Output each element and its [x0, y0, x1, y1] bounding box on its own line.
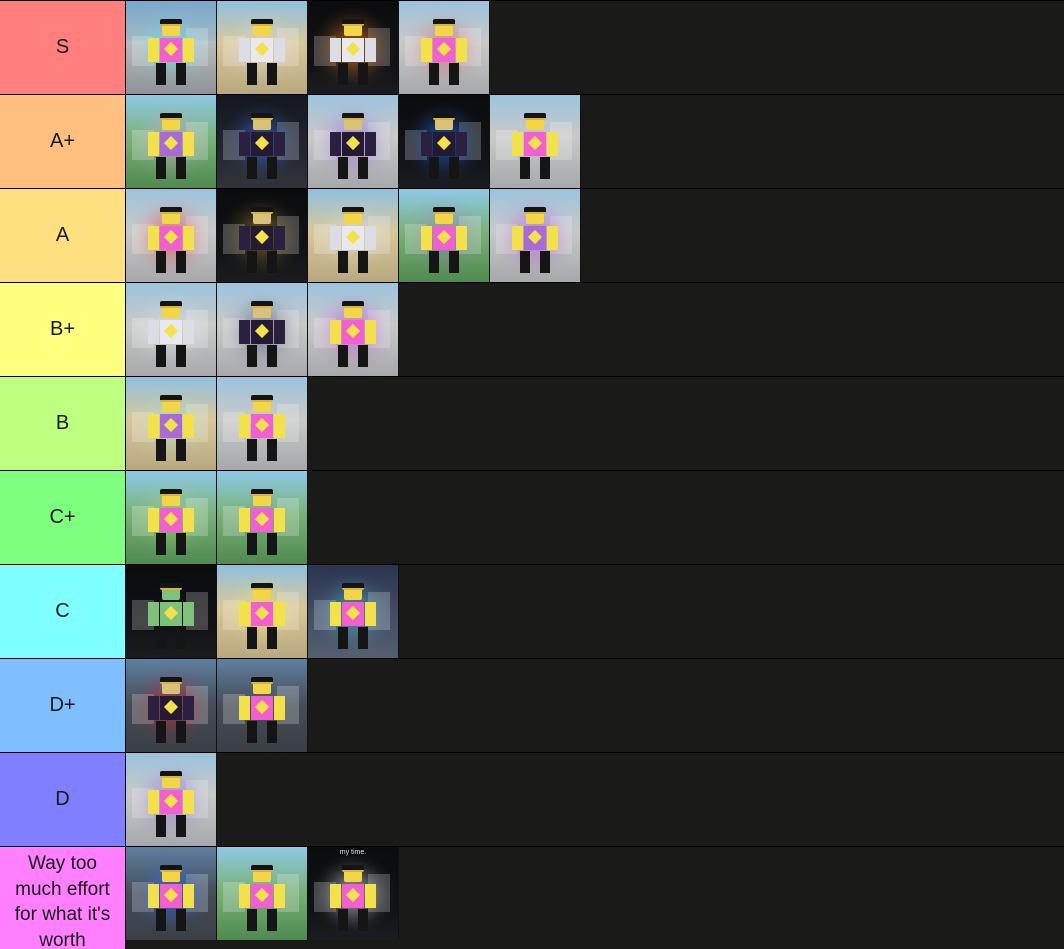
character-avatar	[507, 113, 563, 182]
tier-items-container[interactable]	[126, 753, 1064, 846]
character-avatar	[234, 489, 290, 558]
character-avatar	[416, 19, 472, 88]
tier-row: A	[0, 189, 1064, 283]
tier-items-container[interactable]	[126, 471, 1064, 564]
character-avatar	[234, 207, 290, 276]
tier-label-d[interactable]: D	[0, 753, 126, 846]
tier-item-cyan-glowing-character-duo[interactable]	[308, 565, 399, 658]
tier-item-blue-lightning-armored-character[interactable]	[399, 95, 490, 188]
tier-row: B+	[0, 283, 1064, 377]
tier-item-red-aura-character[interactable]	[126, 189, 217, 282]
tier-row: D+	[0, 659, 1064, 753]
tier-list-page: TiERMAKER SA+AB+BC+CD+DWay too much effo…	[0, 0, 1064, 949]
character-avatar	[143, 583, 199, 652]
tier-label-a[interactable]: A+	[0, 95, 126, 188]
character-avatar	[234, 395, 290, 464]
character-avatar	[234, 865, 290, 934]
tier-item-pink-and-purple-duo[interactable]	[399, 189, 490, 282]
tier-label-d[interactable]: D+	[0, 659, 126, 752]
character-avatar	[143, 207, 199, 276]
character-avatar	[143, 19, 199, 88]
tier-label-a[interactable]: A	[0, 189, 126, 282]
tier-item-yellow-character-with-striped-stand[interactable]	[217, 659, 308, 752]
character-avatar	[416, 113, 472, 182]
tier-row: D	[0, 753, 1064, 847]
tier-row: B	[0, 377, 1064, 471]
character-avatar	[234, 113, 290, 182]
tier-item-pink-character-with-teal-rabbit-stand[interactable]	[126, 377, 217, 470]
tier-items-container[interactable]	[126, 189, 1064, 282]
character-avatar	[325, 865, 381, 934]
character-avatar	[325, 583, 381, 652]
tier-items-container[interactable]	[126, 377, 1064, 470]
tier-item-dark-blue-stand-on-snow[interactable]	[217, 283, 308, 376]
tier-item-purple-winged-character[interactable]	[490, 189, 581, 282]
character-avatar	[143, 301, 199, 370]
character-avatar	[234, 19, 290, 88]
character-avatar	[143, 395, 199, 464]
character-avatar	[234, 583, 290, 652]
tier-row: A+	[0, 95, 1064, 189]
character-avatar	[143, 113, 199, 182]
character-avatar	[325, 207, 381, 276]
character-avatar	[234, 301, 290, 370]
tier-items-container[interactable]	[126, 283, 1064, 376]
tier-row: S	[0, 1, 1064, 95]
tier-item-white-haired-purple-character[interactable]	[308, 95, 399, 188]
tier-item-glowing-white-character-cutscene[interactable]: my time.	[308, 847, 399, 940]
tier-label-c[interactable]: C+	[0, 471, 126, 564]
tier-item-yellow-character-with-knives[interactable]	[217, 377, 308, 470]
character-avatar	[143, 865, 199, 934]
tier-item-yellow-character-on-snow[interactable]	[490, 95, 581, 188]
character-avatar	[143, 677, 199, 746]
tier-row: Way too much effort for what it's worth m…	[0, 847, 1064, 949]
tier-item-yellow-shirt-character-with-cyan-blade[interactable]	[126, 1, 217, 94]
character-avatar	[143, 489, 199, 558]
tier-item-yellow-glowing-duo[interactable]	[217, 565, 308, 658]
character-avatar	[325, 301, 381, 370]
tier-item-red-aura-character-with-pink-stand[interactable]	[126, 659, 217, 752]
tier-item-white-coat-character-with-orange-flames[interactable]	[308, 1, 399, 94]
character-avatar	[325, 19, 381, 88]
tier-item-yellow-character-with-white-cat-stand[interactable]	[126, 283, 217, 376]
tier-items-container[interactable]	[126, 95, 1064, 188]
tier-item-yellow-character-with-white-stand[interactable]	[217, 1, 308, 94]
tier-item-blue-glowing-character-on-crosswalk[interactable]	[126, 847, 217, 940]
tier-item-purple-aura-character[interactable]	[308, 283, 399, 376]
character-avatar	[143, 771, 199, 840]
tier-items-container[interactable]	[126, 1, 1064, 94]
tier-item-pink-multi-arm-character[interactable]	[126, 95, 217, 188]
tier-item-yellow-character-with-red-scythe[interactable]	[399, 1, 490, 94]
character-avatar	[507, 207, 563, 276]
tier-label-way-too-much-effort-for-what-it-s-worth[interactable]: Way too much effort for what it's worth	[0, 847, 126, 949]
tier-item-dark-blue-glowing-character[interactable]	[217, 95, 308, 188]
character-avatar	[416, 207, 472, 276]
tier-items-container[interactable]: my time.	[126, 847, 1064, 949]
tier-item-yellow-character-with-white-stand-town[interactable]	[308, 189, 399, 282]
tier-item-gold-armored-duo[interactable]	[217, 189, 308, 282]
tier-item-yellow-character-with-umbrella[interactable]	[217, 471, 308, 564]
character-avatar	[325, 113, 381, 182]
tier-item-green-rock-creature[interactable]	[126, 565, 217, 658]
tier-label-b[interactable]: B+	[0, 283, 126, 376]
tier-item-yellow-character-on-grass-standing[interactable]	[217, 847, 308, 940]
tier-items-container[interactable]	[126, 659, 1064, 752]
tier-label-b[interactable]: B	[0, 377, 126, 470]
tier-row: C+	[0, 471, 1064, 565]
tier-row: C	[0, 565, 1064, 659]
tier-item-purple-masked-character[interactable]	[126, 753, 217, 846]
character-avatar	[234, 677, 290, 746]
tier-items-container[interactable]	[126, 565, 1064, 658]
tier-table: S A+ A B+ B C+ C D+ D Way too much effort for wha…	[0, 0, 1064, 949]
tier-label-c[interactable]: C	[0, 565, 126, 658]
tier-item-yellow-character-on-grass[interactable]	[126, 471, 217, 564]
tier-label-s[interactable]: S	[0, 1, 126, 94]
